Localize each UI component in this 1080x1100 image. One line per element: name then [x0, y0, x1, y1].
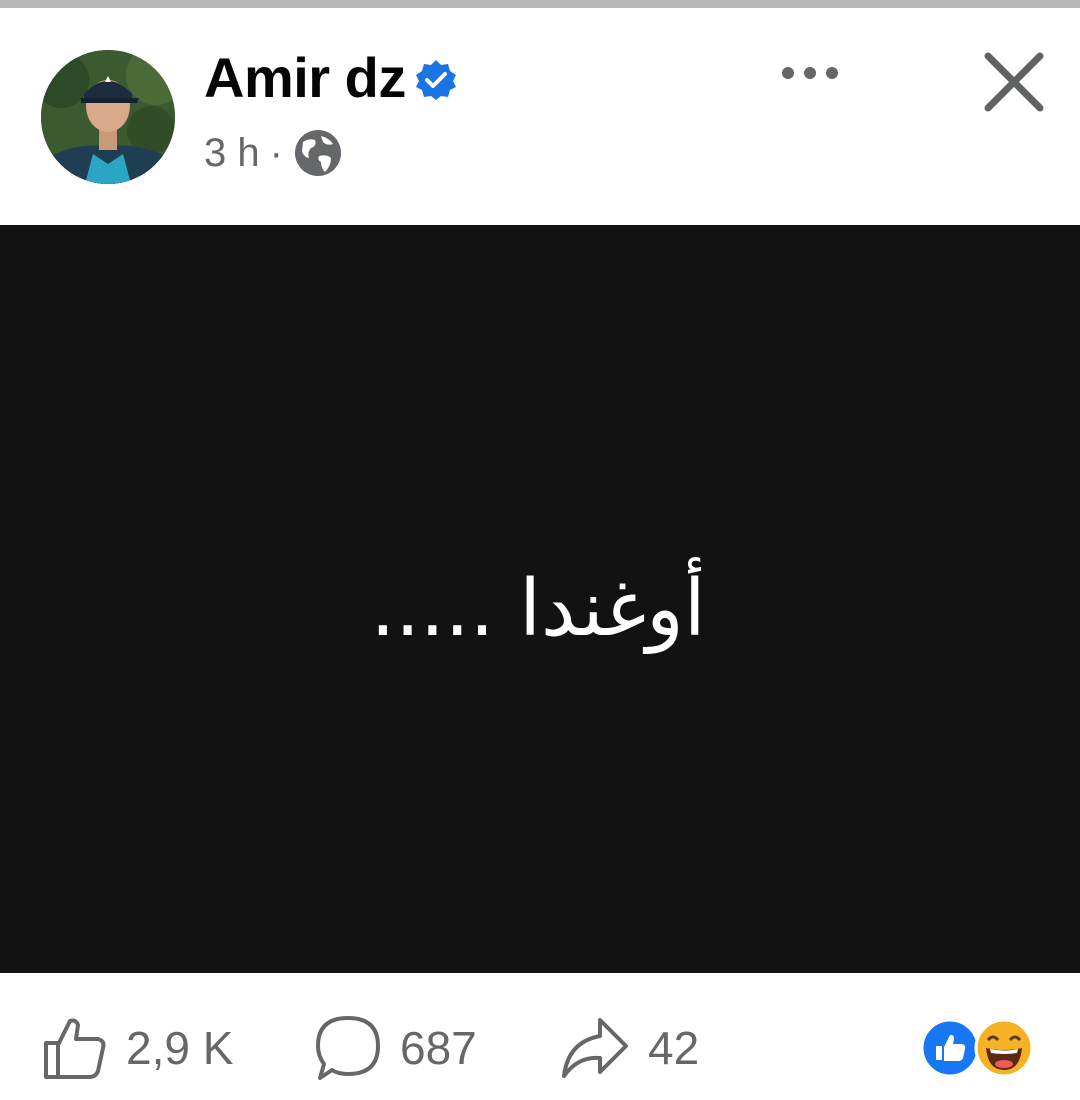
shares-count: 42: [648, 1022, 700, 1074]
reactions-summary[interactable]: [920, 1018, 1040, 1078]
globe-icon[interactable]: [293, 128, 343, 178]
more-options-button[interactable]: [770, 48, 850, 98]
meta-separator: ·: [269, 130, 283, 175]
comments-count: 687: [400, 1022, 477, 1074]
avatar[interactable]: [41, 50, 175, 184]
comment-button[interactable]: 687: [314, 1013, 477, 1083]
share-button[interactable]: 42: [560, 1013, 699, 1083]
like-button[interactable]: 2,9 K: [42, 1013, 233, 1083]
haha-icon: [974, 1018, 1034, 1078]
post-time[interactable]: 3 h: [204, 131, 260, 176]
like-icon: [920, 1018, 980, 1078]
likes-count: 2,9 K: [126, 1022, 234, 1074]
top-bar: [0, 0, 1080, 8]
close-icon[interactable]: [976, 44, 1052, 120]
author-name[interactable]: Amir dz: [204, 46, 406, 110]
post-content[interactable]: أوغندا .....: [0, 225, 1080, 973]
comment-icon: [316, 1016, 380, 1080]
post-header: Amir dz 3 h ·: [0, 8, 1080, 225]
post-actions-bar: 2,9 K 687 42: [0, 973, 1080, 1100]
post-text: أوغندا .....: [370, 564, 706, 654]
post-meta: 3 h ·: [204, 125, 343, 181]
thumbs-up-icon: [44, 1018, 106, 1079]
verified-badge-icon: [416, 60, 456, 100]
share-icon: [562, 1018, 628, 1078]
avatar-photo: [41, 50, 175, 184]
more-dots-icon: [782, 67, 838, 79]
